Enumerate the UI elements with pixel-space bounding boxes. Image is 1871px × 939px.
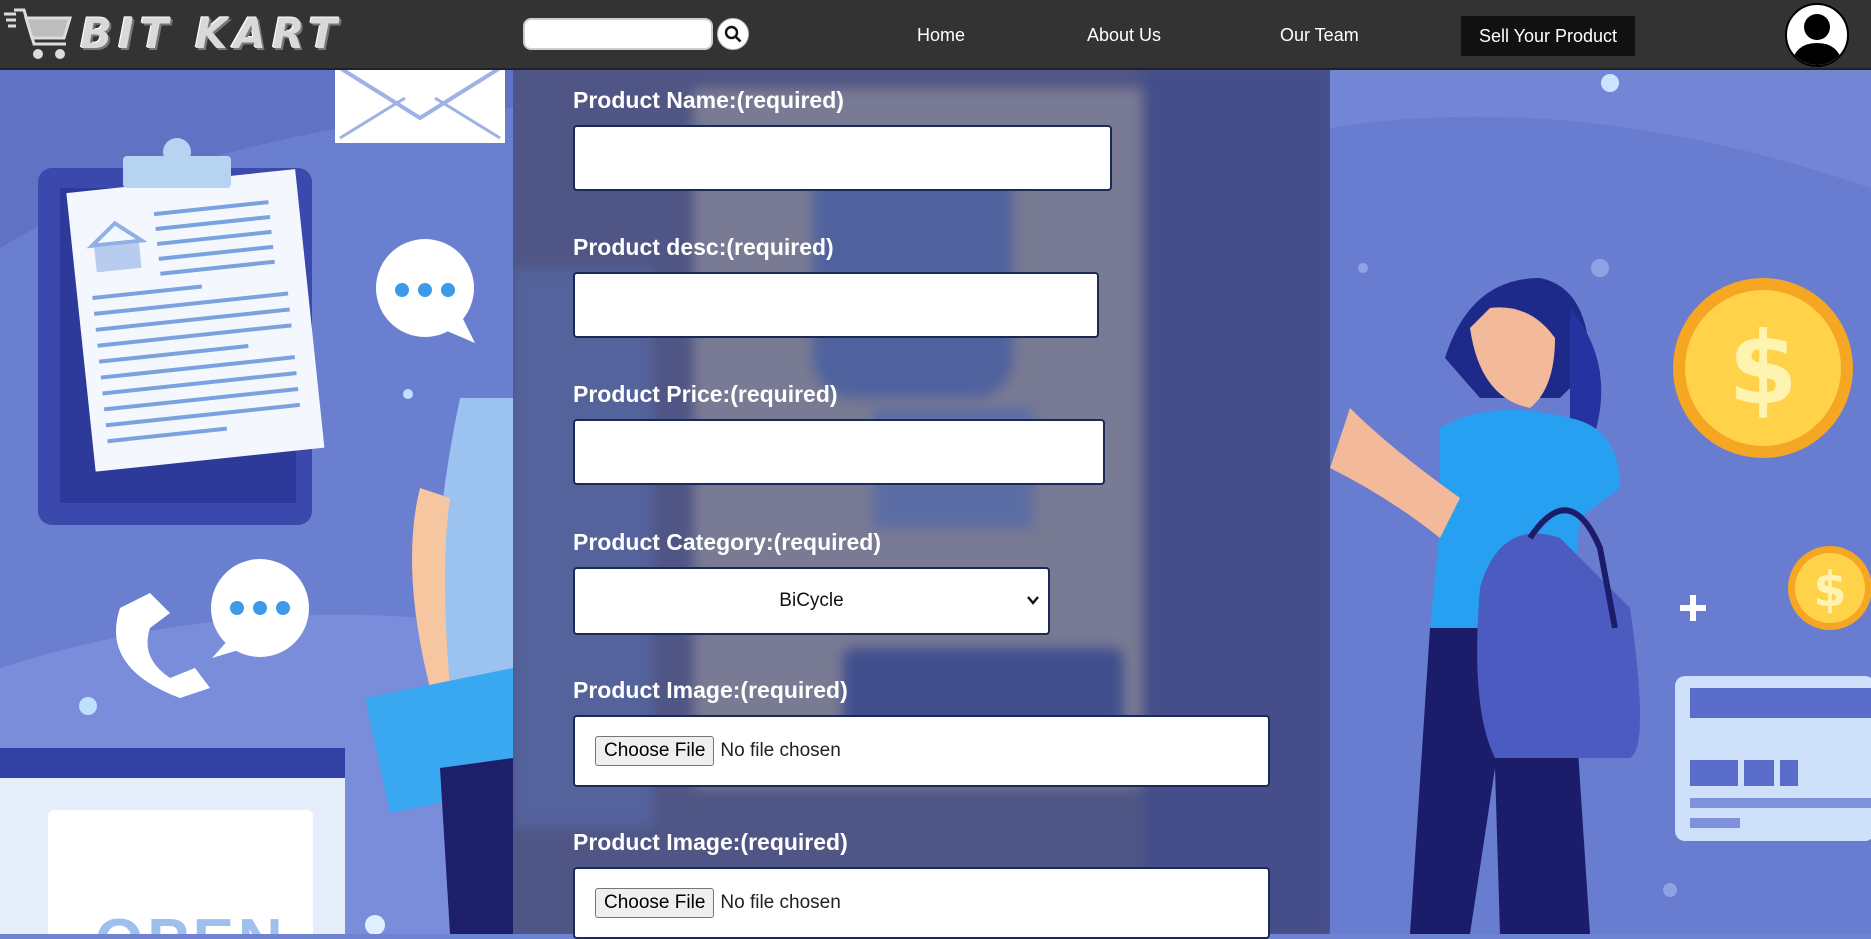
- choose-file-button-2[interactable]: Choose File: [595, 888, 715, 918]
- open-sign-text: OPEN: [95, 906, 287, 934]
- left-illustration: OPEN: [0, 68, 513, 934]
- left-illustration-graphics: [0, 68, 513, 934]
- product-desc-input[interactable]: [573, 272, 1099, 338]
- product-image-label-2: Product Image:(required): [573, 829, 848, 855]
- nav-about-link[interactable]: About Us: [1087, 25, 1161, 46]
- sell-product-form: Product Name:(required) Product desc:(re…: [513, 68, 1330, 939]
- file-status-1: No file chosen: [720, 740, 841, 761]
- svg-text:$: $: [1728, 310, 1798, 427]
- nav-team-link[interactable]: Our Team: [1280, 25, 1359, 46]
- user-avatar[interactable]: [1785, 3, 1849, 67]
- navbar: BIT KART Home About Us Our Team Sell You…: [0, 0, 1871, 70]
- product-category-value: BiCycle: [779, 590, 844, 611]
- logo[interactable]: BIT KART: [4, 4, 343, 62]
- logo-text: BIT KART: [80, 8, 344, 58]
- search-button[interactable]: [717, 18, 749, 50]
- search-input[interactable]: [523, 18, 713, 50]
- product-image-file-input-1[interactable]: Choose File No file chosen: [573, 715, 1270, 787]
- svg-text:$: $: [1813, 562, 1846, 618]
- sell-product-button[interactable]: Sell Your Product: [1461, 16, 1635, 56]
- file-status-2: No file chosen: [720, 892, 841, 913]
- right-illustration-graphics: $ $: [1330, 74, 1871, 934]
- search-icon: [724, 25, 742, 43]
- product-name-input[interactable]: [573, 125, 1112, 191]
- product-image-file-input-2[interactable]: Choose File No file chosen: [573, 867, 1270, 939]
- product-desc-label: Product desc:(required): [573, 234, 834, 260]
- shopping-cart-icon: [4, 8, 73, 59]
- product-image-label-1: Product Image:(required): [573, 677, 848, 703]
- nav-home-link[interactable]: Home: [917, 25, 965, 46]
- user-profile-icon: [1791, 14, 1843, 65]
- right-illustration: $ $: [1330, 68, 1871, 934]
- product-price-input[interactable]: [573, 419, 1105, 485]
- product-name-label: Product Name:(required): [573, 87, 844, 113]
- product-category-select[interactable]: BiCycle: [573, 567, 1050, 635]
- product-category-label: Product Category:(required): [573, 529, 881, 555]
- search-bar: [523, 18, 749, 50]
- product-price-label: Product Price:(required): [573, 381, 838, 407]
- choose-file-button-1[interactable]: Choose File: [595, 736, 715, 766]
- chevron-down-icon: [1027, 596, 1039, 605]
